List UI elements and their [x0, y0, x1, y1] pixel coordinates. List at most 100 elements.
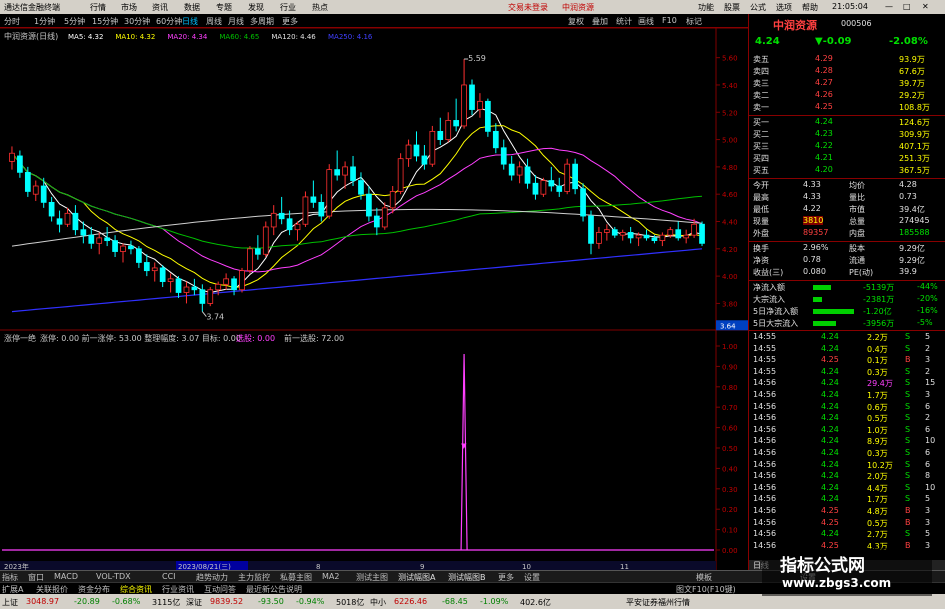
tick-row[interactable]: 14:56 4.24 2.0万 S 8 [749, 471, 945, 482]
flow-row[interactable]: 5日大宗流入 -3956万 -5% [749, 318, 945, 329]
fin-row[interactable]: 收益(三) 0.080 PE(动) 39.9 [749, 267, 945, 278]
period-tab-active[interactable]: 日线 [182, 16, 198, 27]
index-name[interactable]: 中小 [370, 597, 386, 608]
period-tab[interactable]: 60分钟 [156, 16, 182, 27]
watermark: 指标公式网 www.zbgs3.com [762, 548, 932, 596]
candle-body [500, 147, 507, 165]
menu-item[interactable]: 资讯 [152, 2, 168, 13]
tick-row[interactable]: 14:55 4.24 0.4万 S 2 [749, 344, 945, 355]
tick-row[interactable]: 14:56 4.24 0.6万 S 6 [749, 402, 945, 413]
tool-button[interactable]: 画线 [638, 16, 654, 27]
ask-row[interactable]: 卖三 4.27 39.7万 [749, 78, 945, 89]
period-tab[interactable]: 周线 [206, 16, 222, 27]
fin-key: 股本 [849, 244, 865, 253]
tool-button[interactable]: F10 [662, 16, 677, 25]
menu-right-item[interactable]: 公式 [750, 2, 766, 13]
menu-item[interactable]: 专题 [216, 2, 232, 13]
indicator-tab[interactable]: VOL-TDX [96, 572, 131, 581]
menu-right-item[interactable]: 股票 [724, 2, 740, 13]
menu-item[interactable]: 行业 [280, 2, 296, 13]
tick-volume: 0.3万 [867, 449, 888, 458]
tick-row[interactable]: 14:56 4.24 0.5万 S 2 [749, 413, 945, 424]
tick-row[interactable]: 14:56 4.24 2.7万 S 5 [749, 529, 945, 540]
tick-price: 4.24 [821, 436, 839, 446]
flow-row[interactable]: 大宗流入 -2381万 -20% [749, 294, 945, 305]
period-tab[interactable]: 更多 [282, 16, 298, 27]
bid-row[interactable]: 买四 4.21 251.3万 [749, 153, 945, 164]
indicator-tab[interactable]: MACD [54, 572, 78, 581]
bid-row[interactable]: 买三 4.22 407.1万 [749, 141, 945, 152]
period-tab[interactable]: 1分钟 [34, 16, 55, 27]
tick-row[interactable]: 14:56 4.24 1.7万 S 3 [749, 390, 945, 401]
period-tab[interactable]: 15分钟 [92, 16, 118, 27]
candle-body [627, 232, 634, 239]
candle-body [532, 182, 539, 195]
menu-item[interactable]: 热点 [312, 2, 328, 13]
tick-row[interactable]: 14:56 4.24 1.0万 S 6 [749, 425, 945, 436]
tool-button[interactable]: 标记 [686, 16, 702, 27]
flow-row[interactable]: 净流入额 -5139万 -44% [749, 282, 945, 293]
tick-row[interactable]: 14:55 4.25 0.1万 B 3 [749, 355, 945, 366]
tool-button[interactable]: 复权 [568, 16, 584, 27]
index-name[interactable]: 深证 [186, 597, 202, 608]
fin-row[interactable]: 净资 0.78 流通 9.29亿 [749, 255, 945, 266]
period-tab[interactable]: 30分钟 [124, 16, 150, 27]
tick-volume: 2.2万 [867, 333, 888, 342]
menu-right-item[interactable]: 功能 [698, 2, 714, 13]
close-icon[interactable]: ✕ [922, 2, 929, 11]
menu-item[interactable]: 行情 [90, 2, 106, 13]
tick-side: S [905, 343, 911, 353]
flow-label: 大宗流入 [753, 295, 785, 304]
stat-key: 内盘 [849, 229, 865, 238]
menu-item[interactable]: 市场 [121, 2, 137, 13]
stat-row[interactable]: 今开 4.33 均价 4.28 [749, 180, 945, 191]
tick-count: 8 [925, 471, 931, 481]
bid-row[interactable]: 买五 4.20 367.5万 [749, 165, 945, 176]
candle-body [40, 185, 47, 203]
indicator-title: 涨停一绝 [4, 333, 36, 343]
tick-row[interactable]: 14:55 4.24 0.3万 S 2 [749, 367, 945, 378]
ask-row[interactable]: 卖四 4.28 67.6万 [749, 66, 945, 77]
login-status[interactable]: 交易未登录 [508, 2, 548, 13]
fin-row[interactable]: 换手 2.96% 股本 9.29亿 [749, 243, 945, 254]
stat-row[interactable]: 最低 4.22 市值 39.4亿 [749, 204, 945, 215]
ask-row[interactable]: 卖五 4.29 93.9万 [749, 54, 945, 65]
stat-row[interactable]: 外盘 89357 内盘 185588 [749, 228, 945, 239]
menu-right-item[interactable]: 帮助 [802, 2, 818, 13]
tick-row[interactable]: 14:56 4.25 4.8万 B 3 [749, 506, 945, 517]
chart-area[interactable]: 5.60 5.40 5.20 5.00 4.80 4.60 4.40 4.20 4.00 3.80… [0, 27, 748, 571]
bid-row[interactable]: 买一 4.24 124.6万 [749, 117, 945, 128]
tick-row[interactable]: 14:56 4.24 1.7万 S 5 [749, 494, 945, 505]
candle-body [691, 223, 697, 236]
tool-button[interactable]: 统计 [616, 16, 632, 27]
minimize-icon[interactable]: — [885, 2, 893, 11]
menu-right-item[interactable]: 选项 [776, 2, 792, 13]
index-name[interactable]: 上证 [2, 597, 18, 608]
indicator-tab[interactable]: CCI [162, 572, 176, 581]
date-axis-label: 8 [316, 563, 320, 570]
indicator-tab[interactable]: MA2 [322, 572, 339, 581]
maximize-icon[interactable]: □ [903, 2, 911, 11]
tick-row[interactable]: 14:56 4.24 29.4万 S 15 [749, 378, 945, 389]
candle-body [191, 286, 198, 291]
tick-row[interactable]: 14:56 4.24 10.2万 S 6 [749, 460, 945, 471]
tick-row[interactable]: 14:56 4.24 8.9万 S 10 [749, 436, 945, 447]
tool-button[interactable]: 叠加 [592, 16, 608, 27]
ask-row[interactable]: 卖一 4.25 108.8万 [749, 102, 945, 113]
period-tab[interactable]: 多周期 [250, 16, 274, 27]
kline-chart-svg[interactable]: 5.60 5.40 5.20 5.00 4.80 4.60 4.40 4.20 4.00 3.80… [0, 27, 748, 571]
tick-row[interactable]: 14:55 4.24 2.2万 S 5 [749, 332, 945, 343]
tick-row[interactable]: 14:56 4.25 0.5万 B 3 [749, 518, 945, 529]
menu-item[interactable]: 数据 [184, 2, 200, 13]
period-tab[interactable]: 分时 [4, 16, 20, 27]
stat-row[interactable]: 最高 4.33 量比 0.73 [749, 192, 945, 203]
stat-row[interactable]: 现量 3810 总量 274945 [749, 216, 945, 227]
menu-item[interactable]: 发现 [248, 2, 264, 13]
tick-row[interactable]: 14:56 4.24 4.4万 S 10 [749, 483, 945, 494]
period-tab[interactable]: 5分钟 [64, 16, 85, 27]
bid-row[interactable]: 买二 4.23 309.9万 [749, 129, 945, 140]
tick-row[interactable]: 14:56 4.24 0.3万 S 6 [749, 448, 945, 459]
period-tab[interactable]: 月线 [228, 16, 244, 27]
ask-row[interactable]: 卖二 4.26 29.2万 [749, 90, 945, 101]
tick-time: 14:55 [753, 366, 777, 376]
